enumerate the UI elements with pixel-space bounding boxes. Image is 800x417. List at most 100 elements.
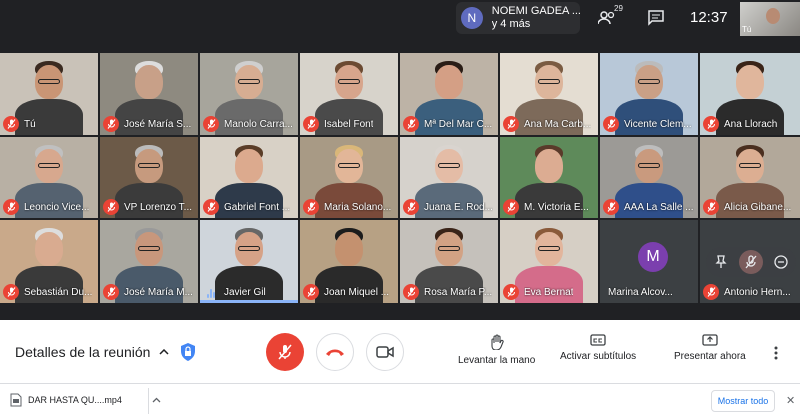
- participant-name: Javier Gil: [224, 286, 266, 298]
- mic-off-icon: [303, 284, 319, 300]
- pin-icon[interactable]: [709, 250, 733, 274]
- chat-icon[interactable]: [648, 6, 664, 30]
- participant-name: Tú: [24, 118, 36, 130]
- participant-name: Sebastián Du...: [24, 286, 93, 298]
- present-now-button[interactable]: Presentar ahora: [674, 334, 746, 362]
- captions-icon: [590, 334, 606, 346]
- mic-off-icon: [503, 284, 519, 300]
- close-icon[interactable]: ✕: [786, 394, 795, 407]
- remove-icon[interactable]: [769, 250, 793, 274]
- shield-icon[interactable]: [180, 342, 196, 367]
- mic-off-icon: [603, 116, 619, 132]
- participant-name: Alicia Gibane...: [724, 201, 792, 213]
- chevron-up-icon: [159, 349, 169, 355]
- participant-tile[interactable]: Gabriel Font ...: [200, 137, 298, 218]
- participant-tile[interactable]: M Marina Alcov...: [600, 220, 698, 303]
- control-bar: Detalles de la reunión Levantar la mano …: [0, 320, 800, 383]
- participant-avatar: M: [638, 242, 668, 272]
- people-count: 29: [614, 4, 623, 13]
- participant-tile[interactable]: Tú: [0, 53, 98, 135]
- mic-off-icon: [3, 199, 19, 215]
- present-now-label: Presentar ahora: [674, 351, 746, 362]
- mic-off-icon: [403, 199, 419, 215]
- mic-toggle-button[interactable]: [266, 333, 304, 371]
- tile-hover-controls: [706, 247, 796, 277]
- show-all-button[interactable]: Mostrar todo: [711, 390, 775, 412]
- meet-window: N NOEMI GADEA ... y 4 más 29 12:37 Tú Tú…: [0, 0, 800, 383]
- participant-tile[interactable]: AAA La Salle ...: [600, 137, 698, 218]
- more-options-icon[interactable]: [774, 346, 778, 365]
- mic-off-icon: [303, 116, 319, 132]
- participant-name: Rosa María P...: [424, 286, 493, 298]
- participant-tile[interactable]: Alicia Gibane...: [700, 137, 800, 218]
- participant-tile[interactable]: Ana Llorach: [700, 53, 800, 135]
- participant-tile[interactable]: Isabel Font: [300, 53, 398, 135]
- participant-name: AAA La Salle ...: [624, 201, 694, 213]
- mic-off-icon: [3, 116, 19, 132]
- hang-up-icon: [326, 349, 344, 356]
- participant-tile[interactable]: Rosa María P...: [400, 220, 498, 303]
- camera-toggle-button[interactable]: [366, 333, 404, 371]
- participant-tile[interactable]: Eva Bernat: [500, 220, 598, 303]
- participant-tile[interactable]: Mª Del Mar C...: [400, 53, 498, 135]
- participant-tile[interactable]: Joan Miquel ...: [300, 220, 398, 303]
- participant-tile[interactable]: José María M...: [100, 220, 198, 303]
- leave-call-button[interactable]: [316, 333, 354, 371]
- participant-name: Mª Del Mar C...: [424, 118, 493, 130]
- participant-name: Eva Bernat: [524, 286, 574, 298]
- mic-off-icon: [703, 199, 719, 215]
- mic-off-icon: [203, 199, 219, 215]
- download-bar: DAR HASTA QU....mp4 Mostrar todo ✕: [0, 383, 800, 417]
- mic-off-icon: [503, 199, 519, 215]
- mic-off-icon: [603, 199, 619, 215]
- participant-tile[interactable]: José María S...: [100, 53, 198, 135]
- presenter-extra: y 4 más: [491, 18, 531, 30]
- self-view-thumbnail[interactable]: Tú: [740, 2, 800, 36]
- mic-off-icon: [703, 284, 719, 300]
- participant-tile[interactable]: Maria Solano...: [300, 137, 398, 218]
- participant-name: Gabriel Font ...: [224, 201, 291, 213]
- participant-name: Manolo Carra...: [224, 118, 293, 130]
- mute-participant-icon[interactable]: [739, 250, 763, 274]
- speaking-highlight: [200, 300, 298, 303]
- participant-name: VP Lorenzo T...: [124, 201, 193, 213]
- mic-off-icon: [103, 116, 119, 132]
- participant-tile[interactable]: Vicente Clem...: [600, 53, 698, 135]
- participant-name: Leoncio Vice...: [24, 201, 90, 213]
- participant-tile[interactable]: VP Lorenzo T...: [100, 137, 198, 218]
- speaking-indicator-icon: [203, 286, 219, 298]
- mic-off-icon: [203, 116, 219, 132]
- participant-tile[interactable]: Manolo Carra...: [200, 53, 298, 135]
- participant-tile[interactable]: Leoncio Vice...: [0, 137, 98, 218]
- download-filename: DAR HASTA QU....mp4: [28, 395, 122, 405]
- meeting-details-button[interactable]: Detalles de la reunión: [15, 344, 169, 360]
- meeting-details-label: Detalles de la reunión: [15, 344, 151, 360]
- presenter-chip[interactable]: N NOEMI GADEA ... y 4 más: [456, 2, 580, 34]
- mic-off-icon: [3, 284, 19, 300]
- mic-off-icon: [103, 284, 119, 300]
- participant-name: Maria Solano...: [324, 201, 392, 213]
- participant-name: Ana Llorach: [724, 118, 778, 130]
- mic-off-icon: [278, 344, 292, 360]
- clock: 12:37: [690, 9, 728, 26]
- raise-hand-button[interactable]: Levantar la mano: [458, 334, 535, 366]
- chevron-up-icon[interactable]: [152, 397, 161, 403]
- raise-hand-label: Levantar la mano: [458, 355, 536, 366]
- presenter-name: NOEMI GADEA ...: [491, 5, 580, 17]
- participant-tile[interactable]: Ana Ma Carb...: [500, 53, 598, 135]
- participant-tile[interactable]: Sebastián Du...: [0, 220, 98, 303]
- participant-name: Joan Miquel ...: [324, 286, 390, 298]
- download-item[interactable]: DAR HASTA QU....mp4: [10, 393, 161, 407]
- mic-off-icon: [103, 199, 119, 215]
- participant-tile[interactable]: M. Victoria E...: [500, 137, 598, 218]
- participant-name: M. Victoria E...: [524, 201, 589, 213]
- participant-tile[interactable]: Javier Gil: [200, 220, 298, 303]
- participant-grid: Tú José María S... Manolo Carra... Isabel F…: [0, 53, 800, 303]
- participant-name: Juana E. Rod...: [424, 201, 493, 213]
- hand-icon: [491, 334, 504, 350]
- participant-tile[interactable]: Juana E. Rod...: [400, 137, 498, 218]
- participant-name: José María S...: [124, 118, 192, 130]
- participant-name: José María M...: [124, 286, 193, 298]
- captions-button[interactable]: Activar subtítulos: [560, 334, 636, 362]
- captions-label: Activar subtítulos: [560, 351, 637, 362]
